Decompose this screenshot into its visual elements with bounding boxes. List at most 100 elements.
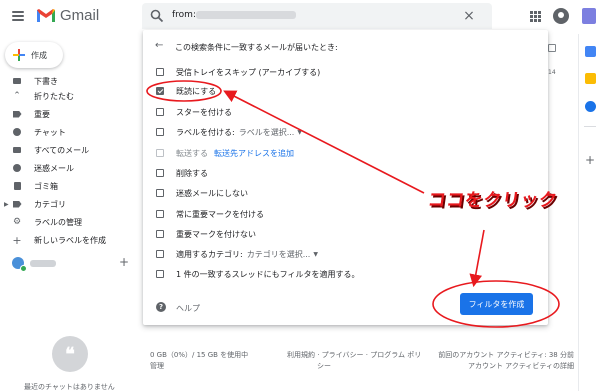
option-never-spam[interactable]: 迷惑メールにしない: [156, 186, 248, 200]
calendar-icon[interactable]: [585, 46, 596, 57]
side-panel: +: [578, 34, 600, 391]
delete-checkbox[interactable]: [156, 169, 164, 177]
option-categorize[interactable]: 適用するカテゴリ: カテゴリを選択... ▼: [156, 247, 318, 261]
star-checkbox[interactable]: [156, 108, 164, 116]
gmail-logo[interactable]: Gmail: [36, 7, 99, 24]
add-chat-icon[interactable]: +: [119, 255, 129, 269]
sidebar-item-chat[interactable]: チャット: [0, 125, 140, 139]
choose-label-dropdown[interactable]: ラベルを選択...: [239, 127, 295, 138]
option-star[interactable]: スターを付ける: [156, 105, 232, 119]
search-redacted-address: [196, 11, 296, 19]
plus-icon: +: [12, 233, 22, 247]
empty-chat-text: 最近のチャットはありません: [24, 383, 115, 391]
draft-icon: [12, 76, 22, 86]
apply-label-checkbox[interactable]: [156, 128, 164, 136]
search-input[interactable]: from:: [172, 10, 196, 20]
important-icon: [12, 109, 22, 119]
select-all-checkbox[interactable]: [548, 44, 556, 52]
option-delete[interactable]: 削除する: [156, 166, 208, 180]
last-activity-text: 前回のアカウント アクティビティ: 38 分前: [438, 351, 574, 359]
manage-storage-link[interactable]: 管理: [150, 361, 248, 372]
option-label: 迷惑メールにしない: [176, 188, 248, 198]
spam-icon: [12, 163, 22, 173]
sidebar-item-label: チャット: [34, 127, 66, 137]
option-label: ラベルを付ける:: [176, 127, 235, 137]
option-mark-as-read[interactable]: 既読にする: [156, 84, 216, 98]
add-forwarding-address-link[interactable]: 転送先アドレスを追加: [214, 148, 294, 159]
app-name: Gmail: [60, 7, 100, 24]
tasks-icon[interactable]: [585, 101, 596, 112]
footer-link-wrap: シー: [317, 362, 331, 370]
dropdown-caret-icon: ▼: [297, 128, 302, 136]
filter-dialog: ← この検索条件に一致するメールが届いたとき: 受信トレイをスキップ (アーカイ…: [143, 30, 548, 325]
create-filter-button[interactable]: フィルタを作成: [460, 293, 533, 315]
option-forward[interactable]: 転送する 転送先アドレスを追加: [156, 146, 294, 160]
search-bar[interactable]: from: ×: [142, 3, 492, 29]
help-link[interactable]: ヘルプ: [176, 303, 200, 314]
sidebar-item-drafts[interactable]: 下書き: [0, 74, 140, 88]
row-date: 14: [548, 69, 556, 76]
side-panel-divider: [584, 126, 596, 127]
main-menu-icon[interactable]: [12, 11, 24, 21]
option-never-important[interactable]: 重要マークを付けない: [156, 227, 256, 241]
storage-usage: 0 GB（0%）/ 15 GB を使用中 管理: [150, 350, 248, 372]
forward-checkbox[interactable]: [156, 149, 164, 157]
option-apply-to-matching[interactable]: 1 件の一致するスレッドにもフィルタを適用する。: [156, 267, 359, 281]
option-label: 常に重要マークを付ける: [176, 209, 264, 219]
sidebar-item-label: 重要: [34, 109, 50, 119]
expand-arrow-icon[interactable]: ▶: [4, 201, 9, 208]
callout-click-here: ココをクリック: [426, 190, 559, 211]
sidebar-item-important[interactable]: 重要: [0, 107, 140, 121]
terms-privacy-link[interactable]: 利用規約 · プライバシー: [287, 351, 364, 359]
sidebar-item-spam[interactable]: 迷惑メール: [0, 161, 140, 175]
hangouts-avatar[interactable]: [12, 257, 27, 272]
back-arrow-icon[interactable]: ←: [155, 40, 163, 51]
activity-details-link[interactable]: アカウント アクティビティの詳細: [424, 361, 574, 372]
sidebar-item-all-mail[interactable]: すべてのメール: [0, 143, 140, 157]
option-skip-inbox[interactable]: 受信トレイをスキップ (アーカイブする): [156, 65, 320, 79]
account-brand-icon[interactable]: [582, 8, 596, 24]
choose-category-dropdown[interactable]: カテゴリを選択...: [247, 249, 311, 260]
trash-icon: [12, 181, 22, 191]
apps-grid-icon[interactable]: [530, 11, 541, 22]
option-apply-label[interactable]: ラベルを付ける: ラベルを選択... ▼: [156, 125, 302, 139]
mark-as-read-checkbox[interactable]: [156, 87, 164, 95]
account-activity: 前回のアカウント アクティビティ: 38 分前 アカウント アクティビティの詳細: [424, 350, 574, 372]
sidebar-item-categories[interactable]: ▶ カテゴリ: [0, 197, 140, 211]
hangouts-user-name-redacted: [30, 260, 56, 267]
chevron-up-icon: ⌃: [13, 91, 21, 101]
option-label: スターを付ける: [176, 107, 232, 117]
sidebar-item-label: カテゴリ: [34, 199, 66, 209]
chat-quote-icon: ❝: [52, 336, 88, 372]
never-spam-checkbox[interactable]: [156, 189, 164, 197]
option-label: 重要マークを付けない: [176, 229, 256, 239]
sidebar-item-collapse[interactable]: ⌃ 折りたたむ: [0, 89, 140, 103]
skip-inbox-checkbox[interactable]: [156, 68, 164, 76]
apply-to-matching-checkbox[interactable]: [156, 270, 164, 278]
never-important-checkbox[interactable]: [156, 230, 164, 238]
sidebar-item-label: ラベルの管理: [34, 217, 82, 227]
keep-icon[interactable]: [585, 73, 596, 84]
add-addon-icon[interactable]: +: [585, 153, 595, 167]
sidebar-item-trash[interactable]: ゴミ箱: [0, 179, 140, 193]
help-icon[interactable]: ?: [156, 302, 166, 312]
option-label: 1 件の一致するスレッドにもフィルタを適用する。: [176, 269, 360, 279]
always-important-checkbox[interactable]: [156, 210, 164, 218]
chat-icon: [12, 127, 22, 137]
sidebar-item-label: 新しいラベルを作成: [34, 235, 106, 245]
sidebar-item-manage-labels[interactable]: ⚙ ラベルの管理: [0, 215, 140, 229]
gmail-m-icon: [37, 9, 55, 22]
sidebar-item-label: 折りたたむ: [34, 91, 74, 101]
close-icon[interactable]: ×: [460, 7, 478, 25]
option-always-important[interactable]: 常に重要マークを付ける: [156, 207, 264, 221]
compose-button[interactable]: 作成: [5, 42, 63, 68]
sidebar-item-create-label[interactable]: + 新しいラベルを作成: [0, 233, 140, 247]
program-policy-link[interactable]: · プログラム ポリ: [366, 351, 421, 359]
categorize-checkbox[interactable]: [156, 250, 164, 258]
label-icon: [12, 199, 22, 209]
account-avatar[interactable]: [553, 8, 569, 24]
sidebar-item-label: 迷惑メール: [34, 163, 74, 173]
option-label: 受信トレイをスキップ (アーカイブする): [176, 67, 321, 77]
search-icon[interactable]: [150, 9, 164, 23]
dropdown-caret-icon: ▼: [313, 250, 318, 258]
